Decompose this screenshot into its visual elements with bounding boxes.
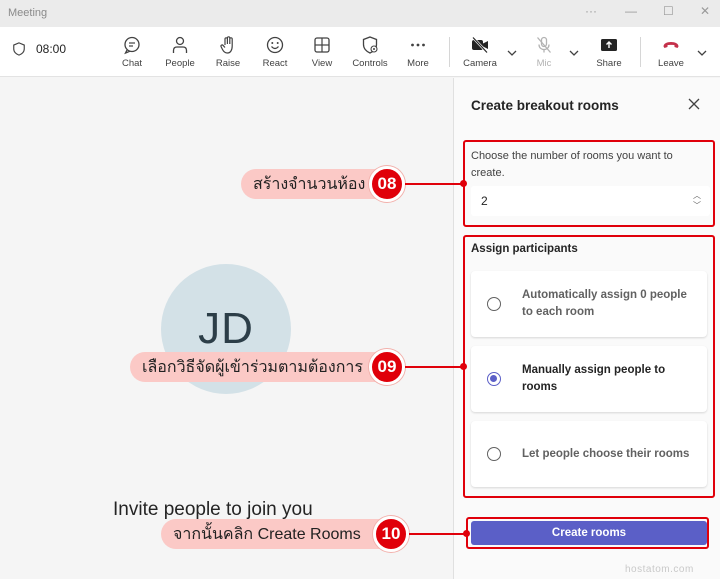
highlight-rooms-count xyxy=(463,140,715,227)
controls-label: Controls xyxy=(352,58,388,69)
camera-label: Camera xyxy=(463,58,497,69)
toolbar-divider xyxy=(449,37,450,67)
chat-icon xyxy=(124,36,140,55)
chat-button[interactable]: Chat xyxy=(108,35,156,69)
close-icon[interactable] xyxy=(687,97,701,111)
share-button[interactable]: Share xyxy=(585,35,633,69)
view-label: View xyxy=(311,58,333,69)
mic-off-icon xyxy=(537,36,551,53)
share-icon xyxy=(601,39,617,51)
connector-10 xyxy=(409,533,466,535)
view-button[interactable]: View xyxy=(298,35,346,69)
camera-off-icon xyxy=(472,36,488,54)
more-label: More xyxy=(407,58,429,69)
mic-button[interactable]: Mic xyxy=(520,35,568,69)
callout-step-08: สร้างจำนวนห้อง xyxy=(241,169,381,199)
connector-dot-08 xyxy=(460,180,467,187)
leave-label: Leave xyxy=(658,58,684,69)
window-title: Meeting xyxy=(8,7,48,19)
watermark: hostatom.com xyxy=(625,564,694,575)
callout-step-10: จากนั้นคลิก Create Rooms xyxy=(161,519,383,549)
people-label: People xyxy=(165,58,195,69)
leave-button[interactable]: Leave xyxy=(647,35,695,69)
mic-chevron-down-icon[interactable] xyxy=(568,47,580,59)
meeting-stage: JD Invite people to join you xyxy=(0,78,453,579)
more-dots-icon xyxy=(411,43,425,47)
invite-text: Invite people to join you xyxy=(113,499,313,520)
leave-phone-icon xyxy=(663,42,679,48)
controls-button[interactable]: Controls xyxy=(346,35,394,69)
panel-title: Create breakout rooms xyxy=(471,98,619,113)
react-label: React xyxy=(262,58,288,69)
toolbar-divider xyxy=(640,37,641,67)
meeting-timer: 08:00 xyxy=(12,42,66,56)
window-close-button[interactable]: ✕ xyxy=(700,4,710,18)
callout-step-09-text: เลือกวิธีจัดผู้เข้าร่วมตามต้องการ xyxy=(142,358,363,376)
react-button[interactable]: React xyxy=(251,35,299,69)
camera-button[interactable]: Camera xyxy=(456,35,504,69)
shield-icon xyxy=(13,42,25,56)
react-smiley-icon xyxy=(266,36,284,54)
callout-step-08-text: สร้างจำนวนห้อง xyxy=(253,175,366,193)
people-icon xyxy=(172,36,188,53)
highlight-create-rooms xyxy=(466,517,709,549)
connector-dot-09 xyxy=(460,363,467,370)
leave-chevron-down-icon[interactable] xyxy=(696,47,708,59)
highlight-assign-participants xyxy=(463,235,715,498)
meeting-toolbar: 08:00 Chat People Raise React View Contr… xyxy=(0,27,720,77)
step-badge-10: 10 xyxy=(373,516,409,552)
raise-hand-icon xyxy=(220,36,233,54)
raise-label: Raise xyxy=(215,58,241,69)
connector-08 xyxy=(405,183,463,185)
window-more-button[interactable]: ··· xyxy=(585,4,597,18)
view-grid-icon xyxy=(314,37,330,53)
timer-value: 08:00 xyxy=(36,42,67,56)
window-minimize-button[interactable]: — xyxy=(625,4,637,18)
camera-chevron-down-icon[interactable] xyxy=(506,47,518,59)
window-maximize-button[interactable]: ☐ xyxy=(663,4,674,18)
callout-step-10-text: จากนั้นคลิก Create Rooms xyxy=(173,525,361,543)
chat-label: Chat xyxy=(121,58,143,69)
controls-shield-icon xyxy=(362,36,378,54)
share-label: Share xyxy=(596,58,622,69)
callout-step-09: เลือกวิธีจัดผู้เข้าร่วมตามต้องการ xyxy=(130,352,380,382)
raise-hand-button[interactable]: Raise xyxy=(204,35,252,69)
more-button[interactable]: More xyxy=(394,35,442,69)
connector-09 xyxy=(405,366,463,368)
title-bar: Meeting ··· — ☐ ✕ xyxy=(0,0,720,27)
mic-label: Mic xyxy=(536,58,552,69)
people-button[interactable]: People xyxy=(156,35,204,69)
step-badge-09: 09 xyxy=(369,349,405,385)
connector-dot-10 xyxy=(463,530,470,537)
step-badge-08: 08 xyxy=(369,166,405,202)
